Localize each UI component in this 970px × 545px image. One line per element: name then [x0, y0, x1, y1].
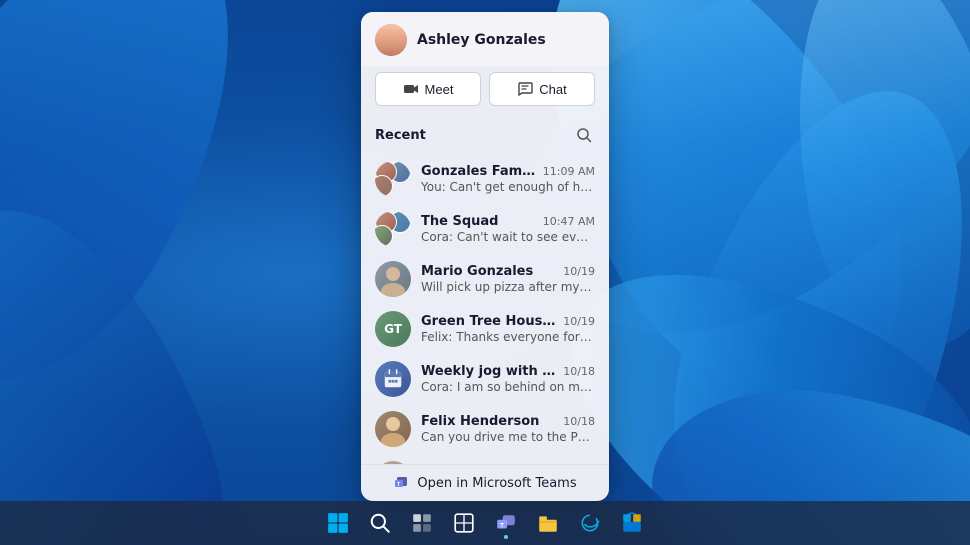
chat-avatar	[375, 261, 411, 297]
explorer-icon	[537, 512, 559, 534]
chat-top: Mario Gonzales 10/19	[421, 264, 595, 279]
search-button[interactable]	[573, 124, 595, 146]
chat-top: Felix Henderson 10/18	[421, 414, 595, 429]
meet-button[interactable]: Meet	[375, 72, 481, 106]
chat-content: Felix Henderson 10/18 Can you drive me t…	[421, 414, 595, 444]
chat-time: 10/19	[563, 315, 595, 328]
chat-preview: Can you drive me to the PTA today?	[421, 430, 595, 444]
chat-item[interactable]: Mario Gonzales 10/19 Will pick up pizza …	[361, 254, 609, 304]
user-name: Ashley Gonzales	[417, 32, 546, 48]
person-icon	[375, 411, 411, 447]
chat-preview: You: Can't get enough of her.	[421, 180, 595, 194]
open-teams-label: Open in Microsoft Teams	[417, 476, 576, 491]
store-icon	[621, 512, 643, 534]
search-taskbar-button[interactable]	[362, 505, 398, 541]
popup-header: Ashley Gonzales	[361, 12, 609, 66]
chat-avatar	[375, 211, 411, 247]
search-icon	[576, 127, 592, 143]
store-button[interactable]	[614, 505, 650, 541]
chat-preview: Felix: Thanks everyone for attending tod…	[421, 330, 595, 344]
chat-item[interactable]: Weekly jog with Cora 10/18 Cora: I am so…	[361, 354, 609, 404]
chat-preview: Cora: I am so behind on my step goals	[421, 380, 595, 394]
widgets-icon	[453, 512, 475, 534]
chat-name: The Squad	[421, 214, 498, 229]
chat-top: Gonzales Family 11:09 AM	[421, 164, 595, 179]
chat-avatar	[375, 411, 411, 447]
chat-label: Chat	[539, 82, 566, 97]
chat-name: Mario Gonzales	[421, 264, 533, 279]
meet-label: Meet	[425, 82, 454, 97]
chat-top: The Squad 10:47 AM	[421, 214, 595, 229]
chat-time: 10/18	[563, 365, 595, 378]
popup-actions: Meet Chat	[361, 66, 609, 118]
taskbar: T	[0, 501, 970, 545]
chat-item[interactable]: GT Green Tree House PTA 10/19 Felix: Tha…	[361, 304, 609, 354]
chat-icon	[517, 81, 533, 97]
teams-chat-popup: Ashley Gonzales Meet Chat Recent	[361, 12, 609, 501]
chat-top: Weekly jog with Cora 10/18	[421, 364, 595, 379]
svg-text:T: T	[397, 482, 400, 488]
chat-content: The Squad 10:47 AM Cora: Can't wait to s…	[421, 214, 595, 244]
recent-label: Recent	[375, 128, 426, 143]
edge-button[interactable]	[572, 505, 608, 541]
teams-taskbar-button[interactable]: T	[488, 505, 524, 541]
start-button[interactable]	[320, 505, 356, 541]
teams-icon: T	[393, 475, 409, 491]
edge-icon	[579, 512, 601, 534]
svg-text:T: T	[500, 522, 504, 529]
chat-avatar	[375, 361, 411, 397]
chat-list: Gonzales Family 11:09 AM You: Can't get …	[361, 154, 609, 464]
task-view-button[interactable]	[404, 505, 440, 541]
windows-icon	[327, 512, 349, 534]
chat-time: 10:47 AM	[543, 215, 595, 228]
chat-content: Green Tree House PTA 10/19 Felix: Thanks…	[421, 314, 595, 344]
chat-name: Weekly jog with Cora	[421, 364, 557, 379]
chat-button[interactable]: Chat	[489, 72, 595, 106]
chat-name: Green Tree House PTA	[421, 314, 557, 329]
video-icon	[403, 81, 419, 97]
teams-taskbar-icon: T	[495, 512, 517, 534]
chat-item[interactable]: The Squad 10:47 AM Cora: Can't wait to s…	[361, 204, 609, 254]
chat-preview: Cora: Can't wait to see everyone!	[421, 230, 595, 244]
avatar-face	[375, 24, 407, 56]
person-icon	[375, 261, 411, 297]
search-taskbar-icon	[369, 512, 391, 534]
chat-name: Felix Henderson	[421, 414, 539, 429]
chat-item[interactable]: Felix Henderson 10/18 Can you drive me t…	[361, 404, 609, 454]
chat-time: 10/18	[563, 415, 595, 428]
chat-item[interactable]: Gonzales Family 11:09 AM You: Can't get …	[361, 154, 609, 204]
chat-item[interactable]: Amber Rodriguez 10/18 That is awesome! L…	[361, 454, 609, 464]
chat-name: Gonzales Family	[421, 164, 537, 179]
chat-avatar	[375, 161, 411, 197]
recent-header: Recent	[361, 118, 609, 154]
chat-avatar: GT	[375, 311, 411, 347]
chat-time: 10/19	[563, 265, 595, 278]
chat-content: Weekly jog with Cora 10/18 Cora: I am so…	[421, 364, 595, 394]
chat-top: Green Tree House PTA 10/19	[421, 314, 595, 329]
chat-time: 11:09 AM	[543, 165, 595, 178]
open-teams-button[interactable]: T Open in Microsoft Teams	[361, 464, 609, 501]
user-avatar	[375, 24, 407, 56]
chat-preview: Will pick up pizza after my practice.	[421, 280, 595, 294]
chat-content: Gonzales Family 11:09 AM You: Can't get …	[421, 164, 595, 194]
explorer-button[interactable]	[530, 505, 566, 541]
taskview-icon	[411, 512, 433, 534]
widgets-button[interactable]	[446, 505, 482, 541]
calendar-icon	[382, 368, 404, 390]
chat-content: Mario Gonzales 10/19 Will pick up pizza …	[421, 264, 595, 294]
